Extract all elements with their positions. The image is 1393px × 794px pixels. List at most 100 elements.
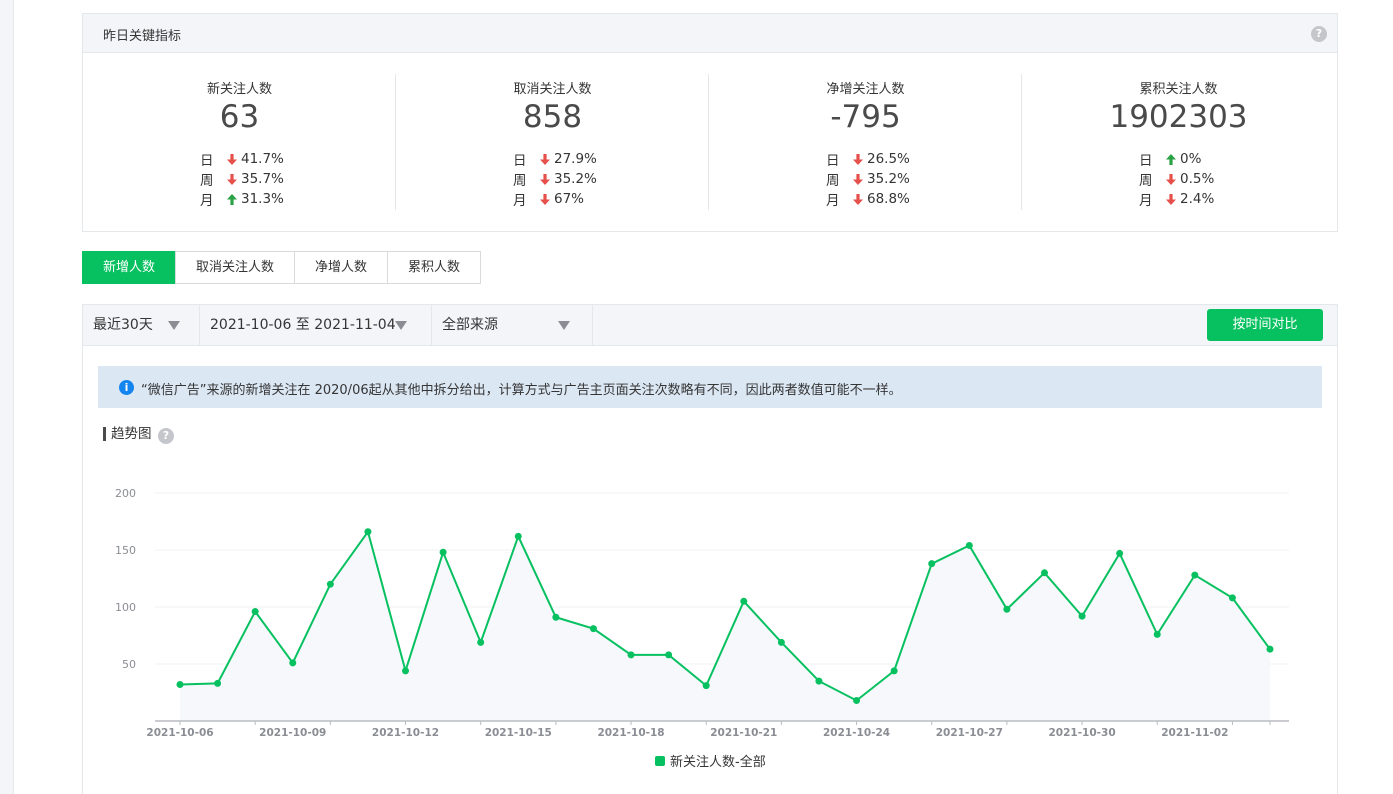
legend-swatch: [655, 755, 665, 766]
change-percent: 67%: [554, 191, 585, 207]
data-point: [589, 625, 597, 633]
kpi-label: 取消关注人数: [513, 82, 592, 97]
arrow-down-icon: [226, 153, 238, 166]
kpi-change-list: 日 0% 周 0.5% 月 2.4%: [1139, 149, 1214, 209]
date-range-value: 2021-10-06 至 2021-11-04: [210, 317, 396, 333]
period-label: 月: [513, 193, 527, 209]
data-point: [1040, 569, 1048, 577]
key-metrics-panel: 昨日关键指标 ? 新关注人数 63 日 41.7% 周 35.7% 月 31.3% 取消关注人数…: [82, 13, 1338, 232]
tab-3[interactable]: 净增人数: [294, 251, 389, 284]
trend-title: 趋势图: [103, 427, 152, 441]
kpi-change-row: 月 2.4%: [1139, 189, 1214, 209]
period-label: 周: [826, 173, 840, 189]
x-tick-label: 2021-11-02: [1161, 727, 1228, 739]
arrow-down-icon: [852, 153, 864, 166]
kpi-change-list: 日 26.5% 周 35.2% 月 68.8%: [826, 149, 910, 209]
notice-text: “微信广告”来源的新增关注在 2020/06起从其他中拆分给出，计算方式与广告主…: [141, 383, 902, 398]
kpi-card: 新关注人数 63 日 41.7% 周 35.7% 月 31.3%: [83, 74, 396, 210]
change-percent: 68.8%: [867, 191, 910, 207]
series-area: [180, 531, 1270, 721]
data-point: [289, 659, 297, 667]
change-percent: 27.9%: [554, 151, 597, 167]
period-label: 日: [826, 153, 840, 169]
help-icon[interactable]: ?: [158, 428, 174, 444]
range-select-value: 最近30天: [93, 317, 153, 333]
arrow-down-icon: [539, 173, 551, 186]
y-tick-label: 200: [115, 487, 136, 500]
kpi-change-row: 日 0%: [1139, 149, 1214, 169]
data-point: [552, 613, 560, 621]
data-point: [1078, 612, 1086, 620]
change-percent: 35.2%: [554, 171, 597, 187]
kpi-label: 净增关注人数: [826, 82, 905, 97]
source-select-value: 全部来源: [442, 317, 498, 333]
source-select[interactable]: 全部来源: [432, 305, 593, 345]
left-sidebar-edge: [0, 0, 14, 794]
data-point: [364, 528, 372, 536]
kpi-change-row: 周 35.2%: [513, 169, 597, 189]
date-range-picker[interactable]: 2021-10-06 至 2021-11-04: [200, 305, 432, 345]
change-percent: 35.2%: [867, 171, 910, 187]
data-point: [1116, 549, 1124, 557]
period-label: 月: [826, 193, 840, 209]
info-icon: i: [119, 380, 134, 395]
data-point: [890, 667, 898, 675]
x-tick-label: 2021-10-30: [1048, 727, 1115, 739]
change-percent: 0.5%: [1180, 171, 1215, 187]
kpi-change-row: 月 31.3%: [200, 189, 284, 209]
data-point: [965, 541, 973, 549]
period-label: 日: [513, 153, 527, 169]
chevron-down-icon: [395, 321, 407, 330]
arrow-down-icon: [1165, 193, 1177, 206]
period-label: 周: [513, 173, 527, 189]
chevron-down-icon: [168, 321, 180, 330]
filter-bar: 最近30天 2021-10-06 至 2021-11-04 全部来源 按时间对比: [83, 305, 1337, 346]
data-point: [928, 560, 936, 568]
arrow-down-icon: [539, 193, 551, 206]
change-percent: 41.7%: [241, 151, 284, 167]
y-tick-label: 50: [122, 658, 136, 671]
kpi-change-list: 日 41.7% 周 35.7% 月 31.3%: [200, 149, 284, 209]
data-point: [627, 651, 635, 659]
data-point: [853, 696, 861, 704]
change-percent: 31.3%: [241, 191, 284, 207]
kpi-change-row: 周 35.2%: [826, 169, 910, 189]
help-icon[interactable]: ?: [1311, 26, 1327, 42]
change-percent: 35.7%: [241, 171, 284, 187]
compare-by-time-button[interactable]: 按时间对比: [1207, 309, 1323, 341]
change-percent: 0%: [1180, 151, 1202, 167]
data-point: [326, 580, 334, 588]
data-point: [815, 677, 823, 685]
data-point: [176, 681, 184, 689]
data-point: [777, 638, 785, 646]
chevron-down-icon: [558, 321, 570, 330]
period-label: 周: [1139, 173, 1153, 189]
range-select[interactable]: 最近30天: [83, 305, 200, 345]
x-tick-label: 2021-10-12: [372, 727, 439, 739]
key-metrics-header: 昨日关键指标 ?: [83, 14, 1337, 53]
data-point: [665, 651, 673, 659]
tab-1[interactable]: 新增人数: [82, 251, 177, 284]
tab-4[interactable]: 累积人数: [387, 251, 482, 284]
metric-tabs: 新增人数 取消关注人数 净增人数 累积人数: [82, 251, 482, 284]
change-percent: 26.5%: [867, 151, 910, 167]
kpi-change-list: 日 27.9% 周 35.2% 月 67%: [513, 149, 597, 209]
chart-legend[interactable]: 新关注人数-全部: [655, 751, 766, 770]
kpi-change-row: 月 67%: [513, 189, 597, 209]
kpi-change-row: 日 41.7%: [200, 149, 284, 169]
period-label: 月: [1139, 193, 1153, 209]
arrow-down-icon: [1165, 173, 1177, 186]
tab-2[interactable]: 取消关注人数: [175, 251, 296, 284]
kpi-value: 1902303: [1109, 99, 1248, 135]
data-point: [702, 682, 710, 690]
notice-banner: i “微信广告”来源的新增关注在 2020/06起从其他中拆分给出，计算方式与广…: [98, 366, 1322, 408]
x-tick-label: 2021-10-21: [710, 727, 777, 739]
legend-label: 新关注人数-全部: [670, 755, 766, 770]
data-point: [477, 638, 485, 646]
key-metrics-body: 新关注人数 63 日 41.7% 周 35.7% 月 31.3% 取消关注人数 858 日 27.9%…: [83, 74, 1337, 210]
kpi-change-row: 日 26.5%: [826, 149, 910, 169]
x-tick-label: 2021-10-18: [597, 727, 664, 739]
y-tick-label: 100: [115, 601, 136, 614]
data-point: [1003, 605, 1011, 613]
x-tick-label: 2021-10-09: [259, 727, 326, 739]
